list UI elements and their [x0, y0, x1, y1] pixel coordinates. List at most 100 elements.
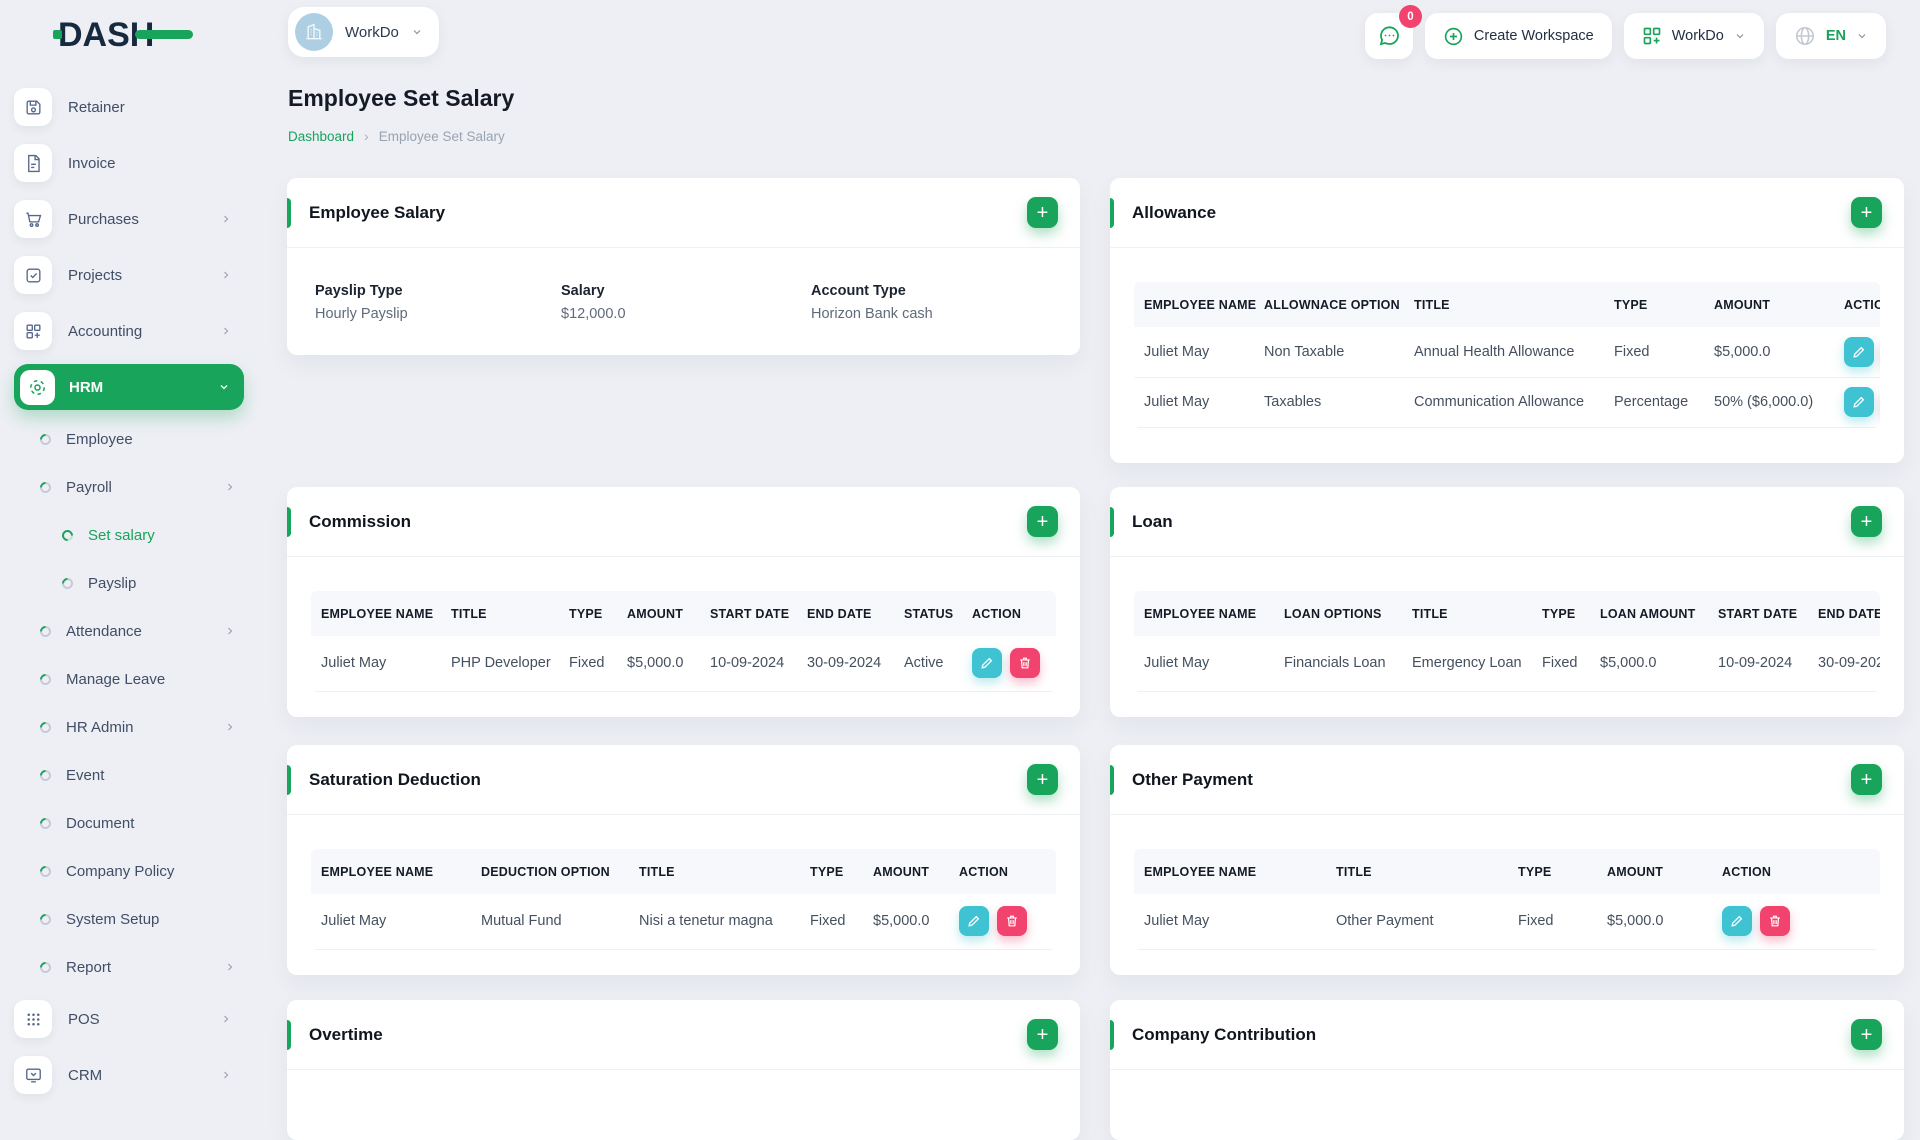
- pencil-icon: [1853, 346, 1865, 358]
- app-menu-label: WorkDo: [1671, 28, 1724, 44]
- sidebar-item-report[interactable]: Report: [0, 943, 258, 991]
- sidebar: Retainer Invoice Purchases Projects Acco…: [0, 72, 258, 1103]
- sidebar-item-pos[interactable]: POS: [0, 991, 258, 1047]
- other-payment-table: EMPLOYEE NAME TITLE TYPE AMOUNT ACTION J…: [1134, 849, 1880, 950]
- sidebar-item-company-policy[interactable]: Company Policy: [0, 847, 258, 895]
- add-saturation-deduction-button[interactable]: +: [1027, 764, 1058, 795]
- sidebar-item-attendance[interactable]: Attendance: [0, 607, 258, 655]
- cell-type: Fixed: [559, 636, 617, 692]
- sidebar-item-accounting[interactable]: Accounting: [0, 303, 258, 359]
- sidebar-item-label: Company Policy: [66, 862, 175, 880]
- add-allowance-button[interactable]: +: [1851, 197, 1882, 228]
- bullet-ring-icon: [37, 815, 54, 831]
- breadcrumb-separator: ›: [364, 128, 369, 144]
- cell-end-date: 30-09-2024: [1808, 636, 1880, 692]
- sidebar-item-event[interactable]: Event: [0, 751, 258, 799]
- sidebar-item-set-salary[interactable]: Set salary: [0, 511, 258, 559]
- workspace-name: WorkDo: [345, 23, 399, 41]
- globe-icon: [1795, 26, 1814, 46]
- col-header: TYPE: [800, 849, 863, 894]
- cart-icon: [14, 200, 52, 238]
- table-row: Juliet May Non Taxable Annual Health All…: [1134, 327, 1880, 378]
- edit-button[interactable]: [959, 906, 989, 937]
- cell-deduction-option: Mutual Fund: [471, 894, 629, 950]
- col-header: TITLE: [1404, 282, 1604, 327]
- add-loan-button[interactable]: +: [1851, 506, 1882, 537]
- add-commission-button[interactable]: +: [1027, 506, 1058, 537]
- allowance-table: EMPLOYEE NAME ALLOWNACE OPTION TITLE TYP…: [1134, 282, 1880, 428]
- chevron-right-icon: [224, 271, 229, 279]
- sidebar-item-payroll[interactable]: Payroll: [0, 463, 258, 511]
- sidebar-item-payslip[interactable]: Payslip: [0, 559, 258, 607]
- col-header: EMPLOYEE NAME: [311, 591, 441, 636]
- messages-button[interactable]: 0: [1364, 5, 1422, 59]
- pencil-icon: [968, 915, 980, 927]
- cell-start-date: 10-09-2024: [700, 636, 797, 692]
- add-other-payment-button[interactable]: +: [1851, 764, 1882, 795]
- language-selector[interactable]: EN: [1775, 13, 1886, 59]
- workspace-switcher[interactable]: WorkDo: [288, 7, 439, 57]
- col-header: STATUS: [894, 591, 962, 636]
- add-overtime-button[interactable]: +: [1027, 1019, 1058, 1050]
- topbar-actions: 0 Create Workspace WorkDo EN: [1364, 5, 1886, 59]
- edit-button[interactable]: [1844, 336, 1874, 367]
- table-row: Juliet May Taxables Communication Allowa…: [1134, 377, 1880, 428]
- bullet-ring-icon: [37, 863, 54, 879]
- pencil-icon: [1853, 396, 1865, 408]
- col-header: AMOUNT: [1597, 849, 1712, 894]
- language-code: EN: [1825, 28, 1846, 44]
- col-header: ALLOWNACE OPTION: [1254, 282, 1404, 327]
- bullet-ring-icon: [59, 527, 76, 543]
- cell-type: Fixed: [800, 894, 863, 950]
- loan-card: Loan + EMPLOYEE NAME LOAN OPTIONS TITLE …: [1110, 487, 1904, 717]
- app-menu-button[interactable]: WorkDo: [1623, 13, 1764, 59]
- sidebar-item-label: HRM: [69, 378, 104, 396]
- cell-type: Fixed: [1532, 636, 1590, 692]
- create-workspace-button[interactable]: Create Workspace: [1424, 13, 1612, 59]
- sidebar-item-label: System Setup: [66, 910, 160, 928]
- delete-button[interactable]: [997, 906, 1027, 937]
- delete-button[interactable]: [1760, 906, 1790, 937]
- sidebar-item-hr-admin[interactable]: HR Admin: [0, 703, 258, 751]
- sidebar-item-employee[interactable]: Employee: [0, 415, 258, 463]
- col-header: ACTION: [949, 849, 1056, 894]
- table-header-row: EMPLOYEE NAME ALLOWNACE OPTION TITLE TYP…: [1134, 282, 1880, 327]
- breadcrumb-dashboard-link[interactable]: Dashboard: [288, 129, 354, 144]
- cell-employee-name: Juliet May: [311, 894, 471, 950]
- sidebar-item-label: Set salary: [88, 526, 155, 544]
- sidebar-item-projects[interactable]: Projects: [0, 247, 258, 303]
- add-employee-salary-button[interactable]: +: [1027, 197, 1058, 228]
- sidebar-item-label: Retainer: [68, 98, 125, 116]
- sidebar-item-label: Manage Leave: [66, 670, 166, 688]
- cell-amount: $5,000.0: [1704, 327, 1834, 378]
- table-row: Juliet May Other Payment Fixed $5,000.0: [1134, 894, 1880, 950]
- sidebar-item-manage-leave[interactable]: Manage Leave: [0, 655, 258, 703]
- sidebar-item-retainer[interactable]: Retainer: [0, 79, 258, 135]
- bullet-ring-icon: [37, 911, 54, 927]
- sidebar-item-system-setup[interactable]: System Setup: [0, 895, 258, 943]
- cell-employee-name: Juliet May: [1134, 894, 1326, 950]
- sidebar-item-label: Report: [66, 958, 112, 976]
- cell-type: Fixed: [1508, 894, 1597, 950]
- cell-employee-name: Juliet May: [1134, 377, 1254, 428]
- chevron-right-icon: [228, 627, 233, 635]
- field-label: Account Type: [811, 283, 906, 299]
- company-contribution-card: Company Contribution +: [1110, 1000, 1904, 1140]
- cell-employee-name: Juliet May: [311, 636, 441, 692]
- sidebar-item-label: HR Admin: [66, 718, 134, 736]
- sidebar-item-label: Employee: [66, 430, 133, 448]
- add-company-contribution-button[interactable]: +: [1851, 1019, 1882, 1050]
- sidebar-item-purchases[interactable]: Purchases: [0, 191, 258, 247]
- sidebar-item-invoice[interactable]: Invoice: [0, 135, 258, 191]
- sidebar-item-hrm[interactable]: HRM: [14, 364, 244, 410]
- bullet-ring-icon: [37, 671, 54, 687]
- sidebar-item-crm[interactable]: CRM: [0, 1047, 258, 1103]
- edit-button[interactable]: [1722, 906, 1752, 937]
- delete-button[interactable]: [1010, 648, 1040, 679]
- edit-button[interactable]: [972, 648, 1002, 679]
- card-title: Company Contribution: [1132, 1024, 1317, 1044]
- edit-button[interactable]: [1844, 387, 1874, 417]
- sidebar-item-document[interactable]: Document: [0, 799, 258, 847]
- card-title: Allowance: [1132, 202, 1217, 222]
- pencil-icon: [1731, 915, 1743, 927]
